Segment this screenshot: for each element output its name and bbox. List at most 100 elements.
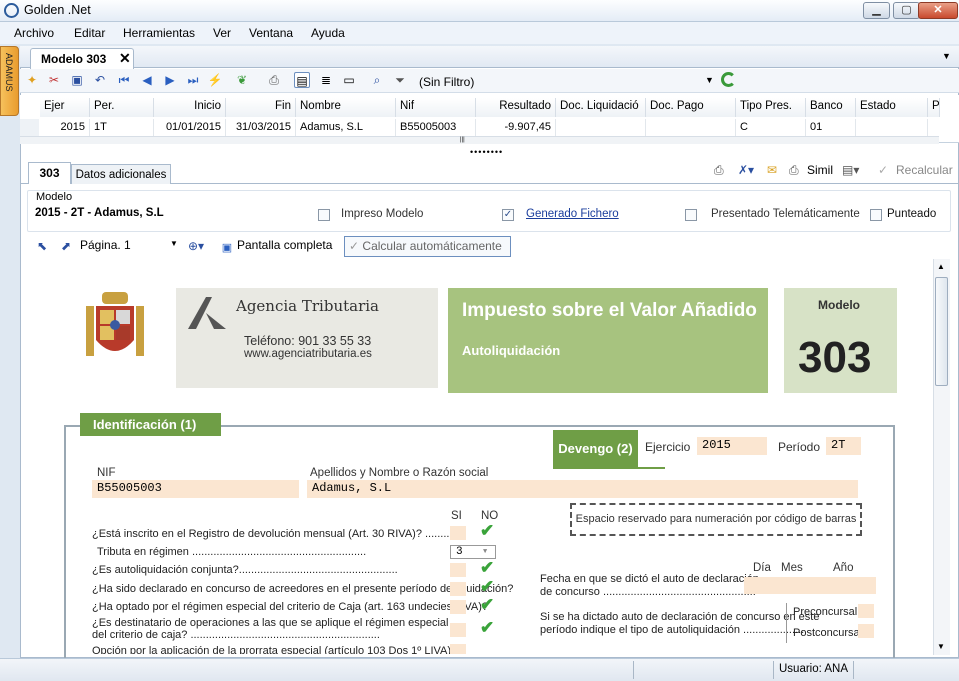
punteado-checkbox[interactable]: [870, 209, 882, 221]
col-resultado[interactable]: Resultado: [476, 98, 556, 117]
nif-field[interactable]: B55005003: [92, 480, 299, 498]
si-box-criterio-caja[interactable]: [450, 600, 466, 614]
cell-tipo-pres[interactable]: C: [736, 119, 806, 136]
row-selector[interactable]: [20, 119, 39, 136]
print-simil-icon[interactable]: ⎙: [789, 163, 799, 178]
col-fin[interactable]: Fin: [226, 98, 296, 117]
autocalc-toggle[interactable]: ✓ Calcular automáticamente: [344, 236, 511, 257]
menu-ver[interactable]: Ver: [213, 26, 231, 40]
next-record-icon[interactable]: ▶: [162, 72, 178, 88]
recalc-icon[interactable]: ✓: [878, 163, 888, 177]
scroll-thumb-icon[interactable]: |||: [460, 137, 470, 143]
leaf-icon[interactable]: ❦: [234, 72, 250, 88]
previous-record-icon[interactable]: ◀: [139, 72, 155, 88]
col-doc-pago[interactable]: Doc. Pago: [646, 98, 736, 117]
si-box-registro[interactable]: [450, 526, 466, 540]
cell-ejer[interactable]: 2015: [40, 119, 90, 136]
email-icon[interactable]: ✉: [767, 163, 777, 177]
export-excel-icon[interactable]: ✗▾: [738, 163, 754, 177]
col-nombre[interactable]: Nombre: [296, 98, 396, 117]
col-estado[interactable]: Estado: [856, 98, 928, 117]
tab-datos-adicionales[interactable]: Datos adicionales: [71, 164, 171, 184]
ejercicio-field[interactable]: 2015: [697, 437, 767, 455]
cell-banco[interactable]: 01: [806, 119, 856, 136]
last-record-icon[interactable]: ⏭: [185, 72, 201, 88]
refresh-icon[interactable]: [721, 72, 736, 87]
scroll-down-icon[interactable]: ▼: [937, 642, 945, 651]
scroll-up-icon[interactable]: ▲: [937, 262, 945, 271]
filter-select[interactable]: (Sin Filtro): [419, 75, 474, 89]
tab-303[interactable]: 303: [28, 162, 71, 184]
fullscreen-button[interactable]: Pantalla completa: [237, 238, 332, 252]
splitter-handle[interactable]: ••••••••: [470, 147, 503, 157]
col-p[interactable]: P: [928, 98, 940, 117]
close-tab-icon[interactable]: ✕: [119, 50, 131, 67]
first-record-icon[interactable]: ⏮: [116, 72, 132, 88]
page-select[interactable]: Página. 1 ▼: [80, 238, 180, 256]
report-menu-icon[interactable]: ▤▾: [842, 163, 859, 177]
nombre-field[interactable]: Adamus, S.L: [307, 480, 858, 498]
check-icon[interactable]: ✔: [480, 618, 494, 638]
postconcursal-box[interactable]: [858, 624, 874, 638]
list-view-icon[interactable]: ≣: [318, 72, 334, 88]
impreso-checkbox[interactable]: [318, 209, 330, 221]
col-doc-liquidacion[interactable]: Doc. Liquidació: [556, 98, 646, 117]
chevron-down-icon[interactable]: ▼: [705, 75, 714, 85]
presentado-checkbox[interactable]: [685, 209, 697, 221]
preview-icon[interactable]: ⎙: [266, 72, 282, 88]
col-banco[interactable]: Banco: [806, 98, 856, 117]
si-box-destinatario[interactable]: [450, 623, 466, 637]
cell-estado[interactable]: [856, 119, 928, 136]
actions-icon[interactable]: ⚡: [207, 72, 223, 88]
tab-list-dropdown-icon[interactable]: ▼: [942, 51, 951, 61]
form-view-icon[interactable]: ▤: [294, 72, 310, 88]
periodo-field[interactable]: 2T: [826, 437, 861, 455]
filter-icon[interactable]: ⏷: [392, 72, 408, 88]
menu-ventana[interactable]: Ventana: [249, 26, 293, 40]
minimize-button[interactable]: ▁: [863, 2, 890, 19]
save-icon[interactable]: ▣: [69, 72, 85, 88]
menu-ayuda[interactable]: Ayuda: [311, 26, 345, 40]
simil-button[interactable]: Simil: [807, 163, 833, 177]
regimen-select[interactable]: 3 ▼: [450, 545, 496, 559]
col-tipo-pres[interactable]: Tipo Pres.: [736, 98, 806, 117]
cell-doc-liquidacion[interactable]: [556, 119, 646, 136]
cell-doc-pago[interactable]: [646, 119, 736, 136]
col-nif[interactable]: Nif: [396, 98, 476, 117]
si-box-concurso[interactable]: [450, 582, 466, 596]
side-tab-adamus[interactable]: ADAMUS: [0, 46, 19, 116]
check-icon[interactable]: ✔: [480, 558, 494, 578]
cell-per[interactable]: 1T: [90, 119, 154, 136]
si-box-conjunta[interactable]: [450, 563, 466, 577]
check-icon[interactable]: ✔: [480, 577, 494, 597]
menu-archivo[interactable]: Archivo: [14, 26, 54, 40]
print-icon[interactable]: ⎙: [714, 163, 724, 178]
cell-inicio[interactable]: 01/01/2015: [154, 119, 226, 136]
check-icon[interactable]: ✔: [480, 595, 494, 615]
cut-icon[interactable]: ✂: [46, 72, 62, 88]
generado-checkbox[interactable]: ✓: [502, 209, 514, 221]
fecha-auto-field[interactable]: [744, 577, 876, 594]
col-per[interactable]: Per.: [90, 98, 154, 117]
col-inicio[interactable]: Inicio: [154, 98, 226, 117]
check-icon[interactable]: ✔: [480, 521, 494, 541]
grid-horizontal-scrollbar[interactable]: [20, 136, 939, 144]
undo-icon[interactable]: ↶: [92, 72, 108, 88]
cell-resultado[interactable]: -9.907,45: [476, 119, 556, 136]
cell-nif[interactable]: B55005003: [396, 119, 476, 136]
col-ejer[interactable]: Ejer: [40, 98, 90, 117]
tab-modelo-303[interactable]: Modelo 303 ✕: [30, 48, 134, 69]
si-box-prorrata[interactable]: [450, 644, 466, 654]
preconcursal-box[interactable]: [858, 604, 874, 618]
page-prev-icon[interactable]: ⬉: [34, 238, 50, 254]
page-next-icon[interactable]: ⬈: [58, 238, 74, 254]
cell-fin[interactable]: 31/03/2015: [226, 119, 296, 136]
zoom-icon[interactable]: ⊕▾: [188, 238, 204, 254]
fullscreen-icon[interactable]: ▣: [219, 240, 235, 256]
scroll-thumb[interactable]: [935, 277, 948, 386]
search-icon[interactable]: ⌕: [369, 72, 385, 88]
close-button[interactable]: ✕: [918, 2, 958, 19]
menu-editar[interactable]: Editar: [74, 26, 105, 40]
maximize-button[interactable]: ▢: [893, 2, 920, 19]
folder-icon[interactable]: ▭: [341, 72, 357, 88]
